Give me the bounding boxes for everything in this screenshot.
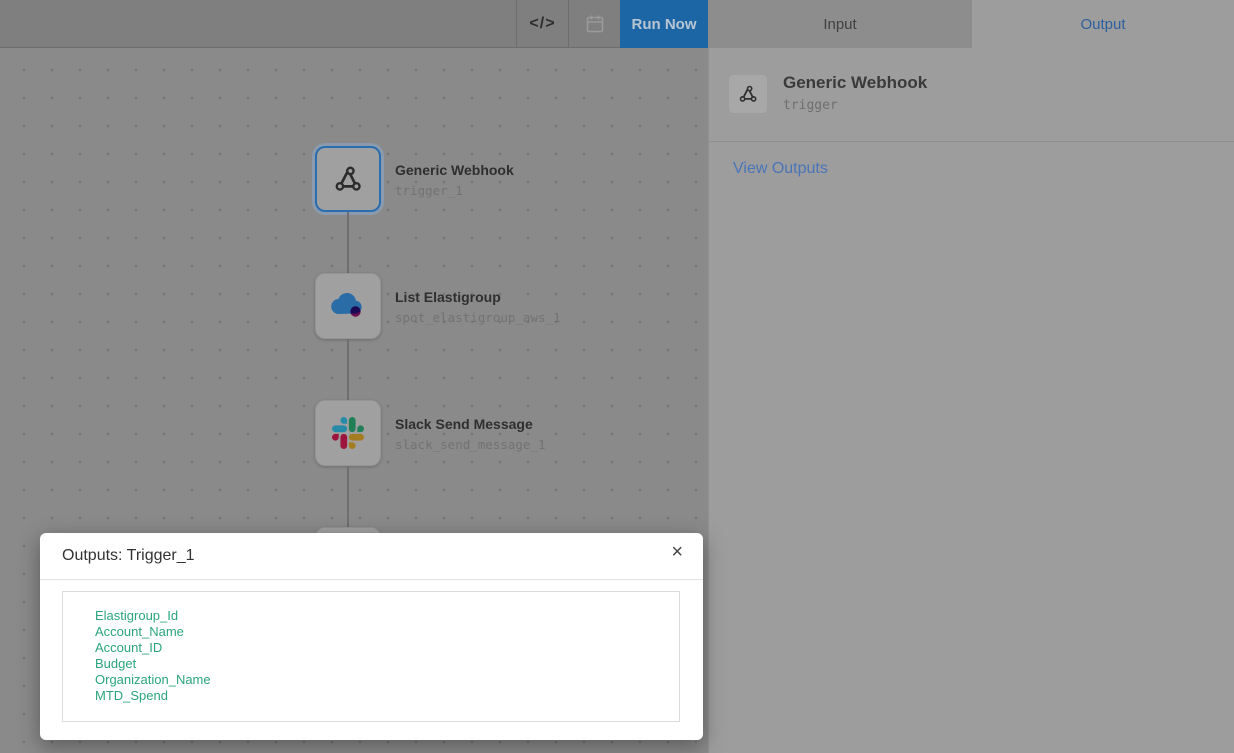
canvas-toolbar: </> Run Now <box>0 0 708 48</box>
panel-subtitle: trigger <box>783 98 838 113</box>
modal-body: Elastigroup_IdAccount_NameAccount_IDBudg… <box>40 580 703 722</box>
webhook-icon <box>330 161 366 197</box>
output-field-link[interactable]: MTD_Spend <box>95 688 168 704</box>
spot-cloud-icon <box>329 290 367 322</box>
output-panel: Generic Webhook trigger View Outputs <box>708 48 1234 753</box>
output-field-link[interactable]: Elastigroup_Id <box>95 608 178 624</box>
panel-divider <box>709 141 1234 142</box>
code-view-button[interactable]: </> <box>517 0 568 47</box>
node-subtitle: slack_send_message_1 <box>395 437 546 452</box>
panel-title: Generic Webhook <box>783 73 927 93</box>
node-title: Generic Webhook <box>395 162 514 178</box>
code-icon: </> <box>529 15 555 33</box>
run-now-button[interactable]: Run Now <box>620 0 708 48</box>
tab-input[interactable]: Input <box>708 0 972 48</box>
node-list-elastigroup[interactable] <box>315 273 381 339</box>
slack-icon <box>332 417 364 449</box>
output-field-link[interactable]: Budget <box>95 656 136 672</box>
outputs-box: Elastigroup_IdAccount_NameAccount_IDBudg… <box>62 591 680 722</box>
output-field-link[interactable]: Account_ID <box>95 640 162 656</box>
webhook-icon <box>736 82 760 106</box>
node-title: List Elastigroup <box>395 289 501 305</box>
schedule-button[interactable] <box>569 0 620 47</box>
node-slack-send-message[interactable] <box>315 400 381 466</box>
node-generic-webhook[interactable] <box>315 146 381 212</box>
output-field-link[interactable]: Organization_Name <box>95 672 211 688</box>
outputs-modal: Outputs: Trigger_1 × Elastigroup_IdAccou… <box>40 533 703 740</box>
node-title: Slack Send Message <box>395 416 533 432</box>
modal-title: Outputs: Trigger_1 <box>62 547 195 565</box>
panel-icon-tile <box>729 75 767 113</box>
connector-line <box>347 212 349 273</box>
calendar-icon <box>584 13 606 35</box>
tab-input-label: Input <box>823 16 856 33</box>
tab-output[interactable]: Output <box>972 0 1234 48</box>
connector-line <box>347 466 349 527</box>
output-field-link[interactable]: Account_Name <box>95 624 184 640</box>
view-outputs-link[interactable]: View Outputs <box>733 160 828 178</box>
close-icon[interactable]: × <box>671 542 683 562</box>
node-subtitle: trigger_1 <box>395 183 463 198</box>
modal-header: Outputs: Trigger_1 × <box>40 533 703 580</box>
tab-output-label: Output <box>1080 16 1125 33</box>
node-subtitle: spot_elastigroup_aws_1 <box>395 310 561 325</box>
connector-line <box>347 339 349 400</box>
run-now-label: Run Now <box>632 16 697 33</box>
top-bar: </> Run Now Input Output <box>0 0 1234 48</box>
